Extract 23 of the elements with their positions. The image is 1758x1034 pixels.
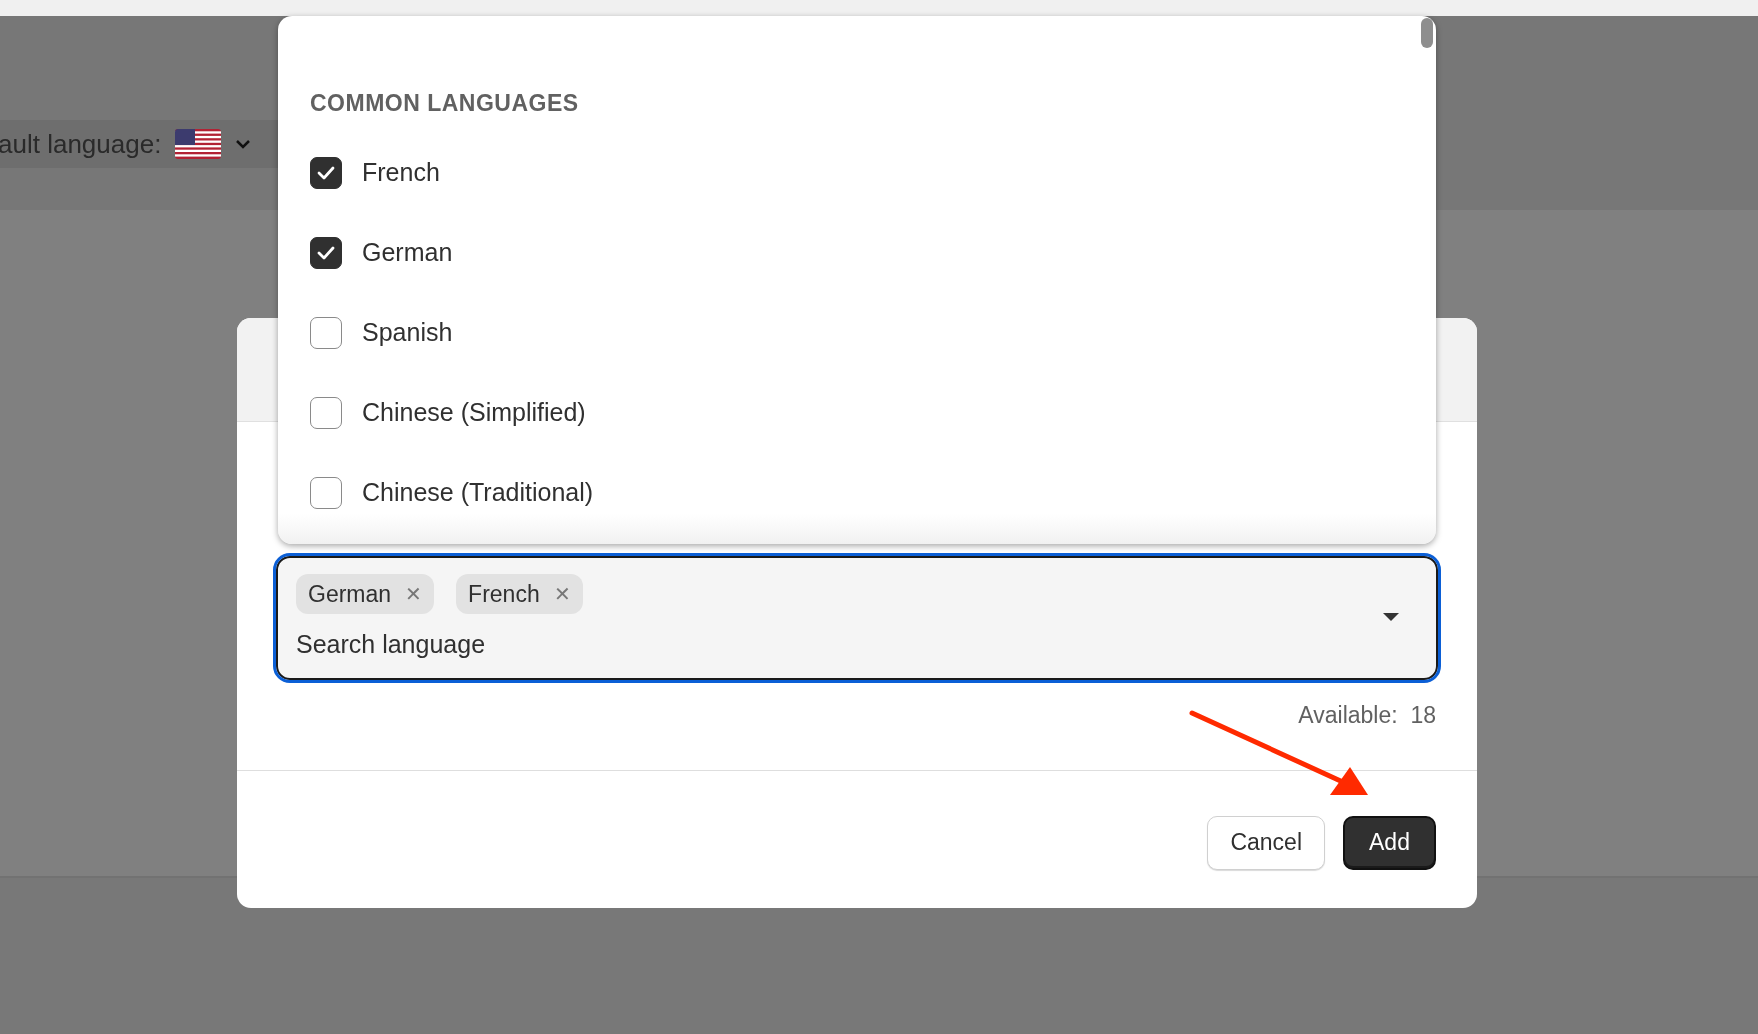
option-label[interactable]: Spanish [362,313,453,352]
add-button[interactable]: Add [1343,815,1436,870]
option-label[interactable]: Chinese (Traditional) [362,473,594,512]
cancel-button[interactable]: Cancel [1207,815,1325,870]
available-count: Available: 18 [1298,701,1436,730]
caret-icon[interactable] [1382,612,1400,622]
chevron-down-icon[interactable] [235,139,252,149]
checkbox[interactable] [310,316,342,349]
checkmark-icon [316,244,336,261]
option-label[interactable]: Chinese (Simplified) [362,393,586,432]
option-label[interactable]: German [362,233,453,272]
option-label[interactable]: French [362,153,440,192]
scrollbar-thumb[interactable] [1421,18,1433,48]
checkbox[interactable] [310,236,342,269]
checkbox[interactable] [310,156,342,189]
language-search-field[interactable]: German ✕ French ✕ Search language [276,556,1438,680]
checkbox[interactable] [310,476,342,509]
checkmark-icon [316,164,336,181]
tag-label: French [468,579,540,609]
checkbox[interactable] [310,396,342,429]
flag-icon [175,129,222,159]
section-heading: COMMON LANGUAGES [310,89,580,118]
tag-label: German [308,579,392,609]
